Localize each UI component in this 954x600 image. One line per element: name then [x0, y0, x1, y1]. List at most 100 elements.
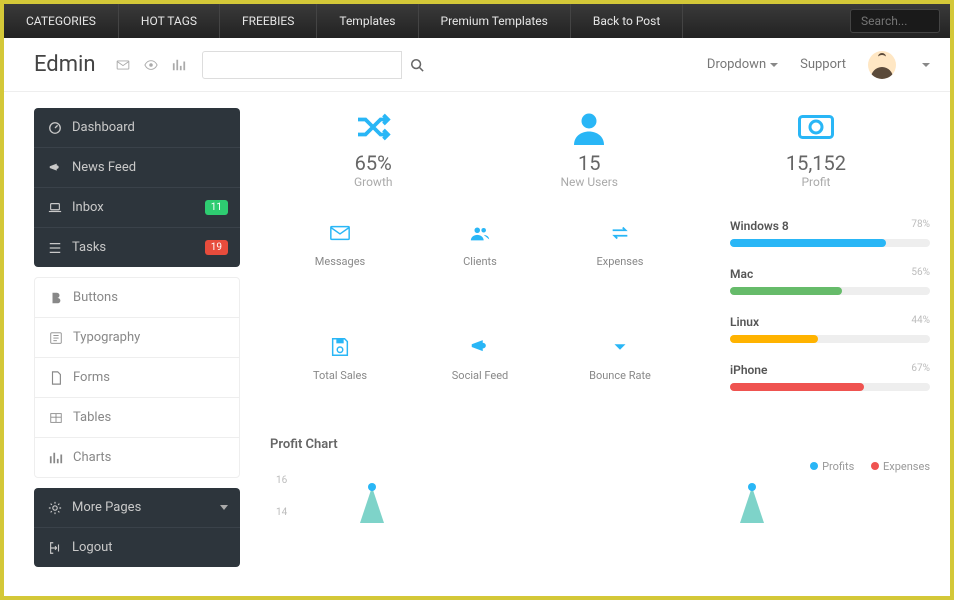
quick-expenses[interactable]: Expenses	[550, 219, 690, 297]
os-iphone: iPhone67%	[730, 363, 930, 391]
sidebar-item-news-feed[interactable]: News Feed	[34, 148, 240, 188]
topnav-hot-tags[interactable]: HOT TAGS	[119, 4, 220, 38]
sidebar-item-inbox[interactable]: Inbox11	[34, 188, 240, 228]
topbar-search-input[interactable]	[850, 9, 940, 33]
topnav-freebies[interactable]: FREEBIES	[220, 4, 317, 38]
user-icon	[560, 108, 618, 145]
font-icon	[49, 331, 63, 345]
topnav-categories[interactable]: CATEGORIES	[4, 4, 119, 38]
legend-expenses-label: Expenses	[883, 460, 930, 473]
legend-profits-dot	[810, 462, 818, 470]
os-name: iPhone	[730, 363, 930, 377]
sidebar-item-typography[interactable]: Typography	[35, 318, 239, 358]
gear-icon	[48, 501, 62, 515]
avatar-dropdown-icon[interactable]	[922, 63, 930, 67]
sidebar-item-logout[interactable]: Logout	[34, 528, 240, 567]
table-icon	[49, 411, 63, 425]
quick-clients[interactable]: Clients	[410, 219, 550, 297]
badge: 11	[205, 200, 228, 215]
progress-bar-bg	[730, 383, 930, 391]
profit-chart: 16 14	[270, 473, 930, 533]
chart-icon[interactable]	[172, 57, 186, 72]
topbar: CATEGORIES HOT TAGS FREEBIES Templates P…	[4, 4, 950, 38]
eye-icon[interactable]	[144, 57, 158, 72]
sidebar-item-label: Charts	[73, 450, 111, 465]
progress-bar-fill	[730, 287, 842, 295]
topnav: CATEGORIES HOT TAGS FREEBIES Templates P…	[4, 4, 683, 38]
header-search-button[interactable]	[402, 51, 432, 79]
topnav-premium[interactable]: Premium Templates	[419, 4, 571, 38]
shuffle-icon	[354, 108, 393, 145]
sidebar-item-label: Tasks	[72, 240, 106, 255]
header: Edmin Dropdown Support	[4, 38, 950, 92]
quick-total-sales[interactable]: Total Sales	[270, 333, 410, 411]
bold-icon	[49, 291, 63, 305]
sidebar: Dashboard News Feed Inbox11 Tasks 19 Buttons…	[34, 108, 240, 577]
stat-label: Growth	[354, 175, 393, 189]
sidebar-item-label: Forms	[73, 370, 110, 385]
envelope-icon[interactable]	[116, 57, 130, 72]
chevron-down-icon	[220, 505, 228, 510]
os-mac: Mac56%	[730, 267, 930, 295]
stat-label: New Users	[560, 175, 618, 189]
dropdown-menu[interactable]: Dropdown	[707, 57, 778, 72]
header-search-input[interactable]	[202, 51, 402, 79]
sidebar-item-charts[interactable]: Charts	[35, 438, 239, 477]
caret-icon	[550, 333, 690, 358]
bullhorn-icon	[410, 333, 550, 358]
sidebar-item-label: News Feed	[72, 160, 136, 175]
stat-label: Profit	[786, 175, 846, 189]
os-percent: 78%	[911, 219, 930, 230]
sidebar-item-label: Logout	[72, 540, 113, 555]
progress-bar-bg	[730, 239, 930, 247]
file-icon	[49, 371, 63, 385]
os-linux: Linux44%	[730, 315, 930, 343]
os-name: Windows 8	[730, 219, 930, 233]
chart-ylabel: 14	[276, 507, 287, 518]
os-name: Linux	[730, 315, 930, 329]
quick-label: Expenses	[597, 255, 644, 268]
stat-new-users[interactable]: 15New Users	[560, 108, 618, 189]
quick-messages[interactable]: Messages	[270, 219, 410, 297]
sidebar-item-tables[interactable]: Tables	[35, 398, 239, 438]
brand: Edmin	[34, 52, 96, 77]
os-percent: 56%	[911, 267, 930, 278]
quick-label: Social Feed	[452, 369, 508, 382]
sidebar-item-dashboard[interactable]: Dashboard	[34, 108, 240, 148]
quick-bounce-rate[interactable]: Bounce Rate	[550, 333, 690, 411]
chevron-down-icon	[770, 63, 778, 67]
sidebar-item-label: Buttons	[73, 290, 118, 305]
progress-bar-fill	[730, 239, 886, 247]
sidebar-item-label: Tables	[73, 410, 111, 425]
stat-value: 15	[560, 151, 618, 175]
progress-bar-fill	[730, 383, 864, 391]
quick-social-feed[interactable]: Social Feed	[410, 333, 550, 411]
os-windows-8: Windows 878%	[730, 219, 930, 247]
money-icon	[786, 108, 846, 145]
quick-label: Total Sales	[313, 369, 367, 382]
stat-growth[interactable]: 65%Growth	[354, 108, 393, 189]
chart-ylabel: 16	[276, 475, 287, 486]
stat-profit[interactable]: 15,152Profit	[786, 108, 846, 189]
sidebar-item-label: Typography	[73, 330, 140, 345]
main-content: 65%Growth 15New Users 15,152Profit Message…	[270, 108, 930, 577]
support-link[interactable]: Support	[800, 57, 846, 72]
list-icon	[48, 241, 62, 255]
topnav-templates[interactable]: Templates	[317, 4, 418, 38]
sidebar-item-buttons[interactable]: Buttons	[35, 278, 239, 318]
people-icon	[410, 219, 550, 244]
chart-icon	[49, 451, 63, 465]
sidebar-item-label: More Pages	[72, 500, 141, 515]
sidebar-item-tasks[interactable]: Tasks 19	[34, 228, 240, 267]
progress-bar-bg	[730, 335, 930, 343]
envelope-icon	[270, 219, 410, 244]
sidebar-item-label: Dashboard	[72, 120, 135, 135]
os-percent: 44%	[911, 315, 930, 326]
chart-title: Profit Chart	[270, 437, 930, 452]
badge: 19	[205, 240, 228, 255]
sidebar-item-forms[interactable]: Forms	[35, 358, 239, 398]
laptop-icon	[48, 201, 62, 215]
sidebar-item-more-pages[interactable]: More Pages	[34, 488, 240, 528]
topnav-back[interactable]: Back to Post	[571, 4, 683, 38]
avatar[interactable]	[868, 51, 896, 79]
